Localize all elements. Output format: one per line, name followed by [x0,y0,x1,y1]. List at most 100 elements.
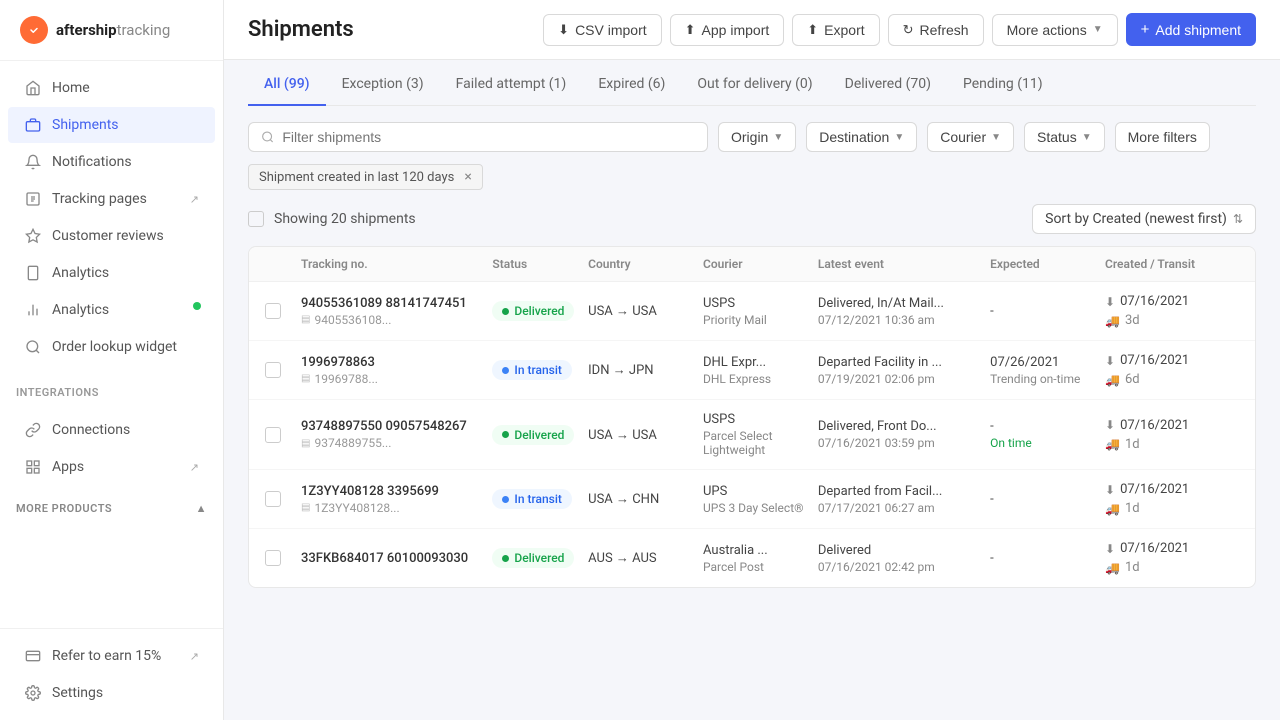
courier-chevron-icon: ▼ [991,132,1001,143]
created-cell: ⬇ 07/16/2021 🚚 1d [1105,541,1239,575]
integrations-nav: Connections Apps ↗ [0,403,223,494]
sort-select[interactable]: Sort by Created (newest first) ⇅ [1032,204,1256,234]
app-import-button[interactable]: ⬆ App import [670,14,785,46]
courier-filter-button[interactable]: Courier ▼ [927,122,1014,152]
order-lookup-label: Order lookup widget [52,339,177,355]
expected-date: - [990,551,1105,566]
export-button[interactable]: ⬆ Export [792,14,879,46]
courier-cell: USPS Parcel Select Lightweight [703,412,818,457]
expected-cell: - [990,492,1105,507]
sidebar-item-analytics[interactable]: Analytics [8,292,215,328]
origin-chevron-icon: ▼ [773,132,783,143]
status-filter-button[interactable]: Status ▼ [1024,122,1105,152]
tracking-info: 94055361089 88141747451 ▤ 9405536108... [301,296,492,327]
transit-days: 3d [1125,313,1140,328]
apps-label: Apps [52,459,84,475]
row-checkbox[interactable] [265,427,281,443]
sidebar-item-customer-reviews[interactable]: Customer reviews [8,218,215,254]
home-label: Home [52,80,90,96]
integrations-header: INTEGRATIONS [0,374,223,403]
refer-icon [24,647,42,665]
tab-out-for-delivery[interactable]: Out for delivery (0) [681,64,828,106]
tracking-app-label: Analytics [52,265,109,281]
country-cell: IDN → JPN [588,362,703,378]
created-icon: ⬇ [1105,418,1115,432]
row-checkbox[interactable] [265,550,281,566]
sidebar-item-refer[interactable]: Refer to earn 15% ↗ [8,638,215,674]
country-cell: AUS → AUS [588,550,703,566]
sidebar-item-apps[interactable]: Apps ↗ [8,449,215,485]
sidebar-bottom: Refer to earn 15% ↗ Settings [0,628,223,720]
tab-pending[interactable]: Pending (11) [947,64,1059,106]
active-filter-close-button[interactable]: × [464,169,471,185]
transit-days: 1d [1125,437,1140,452]
barcode-icon: ▤ [301,502,310,513]
sidebar-item-notifications[interactable]: Notifications [8,144,215,180]
sidebar-item-settings[interactable]: Settings [8,675,215,711]
sidebar-item-tracking-pages[interactable]: Tracking pages ↗ [8,181,215,217]
created-icon: ⬇ [1105,542,1115,556]
csv-import-button[interactable]: ⬇ CSV import [543,14,661,46]
courier-name: UPS [703,484,818,499]
select-all-checkbox[interactable] [248,211,264,227]
table-row[interactable]: 93748897550 09057548267 ▤ 9374889755... … [249,400,1255,470]
created-icon: ⬇ [1105,354,1115,368]
tab-expired[interactable]: Expired (6) [582,64,681,106]
expected-status: Trending on-time [990,372,1105,386]
shipments-label: Shipments [52,117,119,133]
connections-label: Connections [52,422,130,438]
customer-reviews-label: Customer reviews [52,228,164,244]
created-date: 07/16/2021 [1120,482,1189,497]
home-icon [24,79,42,97]
sidebar-item-connections[interactable]: Connections [8,412,215,448]
sidebar-item-shipments[interactable]: Shipments [8,107,215,143]
table-row[interactable]: 1996978863 ▤ 19969788... In transit IDN … [249,341,1255,400]
more-filters-button[interactable]: More filters [1115,122,1210,152]
connections-icon [24,421,42,439]
search-box[interactable] [248,122,708,152]
sidebar-item-order-lookup[interactable]: Order lookup widget [8,329,215,365]
sidebar-item-home[interactable]: Home [8,70,215,106]
tab-failed[interactable]: Failed attempt (1) [440,64,583,106]
more-actions-button[interactable]: More actions ▼ [992,14,1118,46]
status-badge: Delivered [492,301,574,321]
row-checkbox[interactable] [265,491,281,507]
country-cell: USA → USA [588,303,703,319]
expected-date: - [990,419,1105,434]
tab-delivered[interactable]: Delivered (70) [829,64,947,106]
tab-all[interactable]: All (99) [248,64,326,106]
created-date: 07/16/2021 [1120,418,1189,433]
destination-filter-button[interactable]: Destination ▼ [806,122,917,152]
sort-label: Sort by Created (newest first) [1045,211,1227,227]
refresh-icon: ↻ [903,22,914,38]
courier-service: Parcel Select Lightweight [703,429,818,457]
event-text: Delivered, In/At Mail... [818,296,990,311]
export-icon: ⬆ [807,22,818,38]
add-shipment-button[interactable]: + Add shipment [1126,13,1256,46]
tab-exception[interactable]: Exception (3) [326,64,440,106]
status-badge: Delivered [492,425,574,445]
courier-filter-label: Courier [940,129,986,145]
row-checkbox[interactable] [265,362,281,378]
table-row[interactable]: 94055361089 88141747451 ▤ 9405536108... … [249,282,1255,341]
expected-cell: - [990,304,1105,319]
csv-import-label: CSV import [575,22,647,38]
refresh-button[interactable]: ↻ Refresh [888,14,984,46]
table-row[interactable]: 1Z3YY408128 3395699 ▤ 1Z3YY408128... In … [249,470,1255,529]
search-input[interactable] [282,129,695,145]
filters-row: Origin ▼ Destination ▼ Courier ▼ Status … [248,122,1256,152]
col-created: Created / Transit [1105,257,1239,271]
table-row[interactable]: 33FKB684017 60100093030 Delivered AUS → … [249,529,1255,587]
row-checkbox[interactable] [265,303,281,319]
origin-filter-button[interactable]: Origin ▼ [718,122,796,152]
tracking-pages-ext-icon: ↗ [190,193,199,206]
event-time: 07/17/2021 06:27 am [818,501,990,515]
logo: aftership tracking [0,0,223,61]
table-header: Tracking no. Status Country Courier Late… [249,247,1255,282]
courier-cell: UPS UPS 3 Day Select® [703,484,818,515]
more-products-toggle[interactable]: MORE PRODUCTS ▲ [0,494,223,523]
event-time: 07/16/2021 02:42 pm [818,560,990,574]
expected-date: - [990,492,1105,507]
sidebar-item-tracking-app[interactable]: Analytics [8,255,215,291]
tracking-info: 93748897550 09057548267 ▤ 9374889755... [301,419,492,450]
